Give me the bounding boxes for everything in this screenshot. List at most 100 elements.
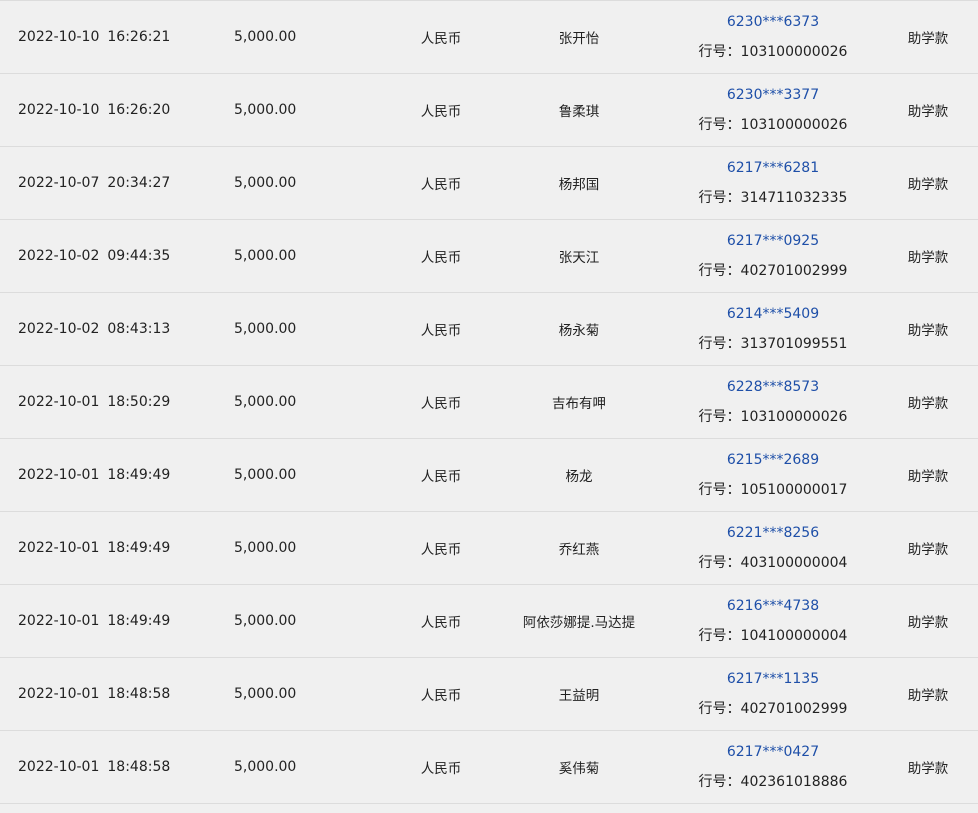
transaction-datetime: 2022-10-01 18:50:29 bbox=[18, 366, 208, 438]
account-number-link[interactable]: 6216***4738 bbox=[727, 597, 819, 615]
transaction-time: 18:48:58 bbox=[107, 759, 171, 775]
bank-number: 行号：402701002999 bbox=[699, 262, 848, 280]
transaction-currency: 人民币 bbox=[420, 323, 462, 339]
recipient-account-cell: 6230***6373 行号：103100000026 bbox=[690, 1, 856, 73]
table-row: 2022-10-02 08:43:13 5,000.00 人民币 杨永菊 621… bbox=[0, 293, 978, 366]
bank-number-value: 103100000026 bbox=[740, 117, 848, 133]
transaction-currency: 人民币 bbox=[420, 469, 462, 485]
recipient-name: 杨龙 bbox=[565, 469, 593, 485]
table-row: 2022-10-01 18:49:49 5,000.00 人民币 阿依莎娜提.马… bbox=[0, 585, 978, 658]
transaction-datetime: 2022-10-01 18:48:58 bbox=[18, 658, 208, 730]
table-row: 2022-10-01 18:48:58 5,000.00 人民币 奚伟菊 621… bbox=[0, 731, 978, 804]
recipient-name: 吉布有呷 bbox=[552, 396, 606, 412]
transaction-amount: 5,000.00 bbox=[234, 540, 297, 556]
transaction-date: 2022-10-01 bbox=[18, 394, 100, 410]
transaction-amount: 5,000.00 bbox=[234, 759, 297, 775]
account-number-link[interactable]: 6217***1135 bbox=[727, 670, 819, 688]
transaction-purpose: 助学款 bbox=[907, 250, 949, 266]
transaction-purpose: 助学款 bbox=[907, 469, 949, 485]
transaction-amount: 5,000.00 bbox=[234, 467, 297, 483]
bank-number-label: 行号： bbox=[698, 190, 741, 206]
bank-number: 行号：402361018886 bbox=[699, 773, 848, 791]
bank-number-label: 行号： bbox=[698, 263, 741, 279]
transaction-datetime: 2022-10-02 08:43:13 bbox=[18, 293, 208, 365]
transaction-table: 2022-10-10 16:26:21 5,000.00 人民币 张开怡 623… bbox=[0, 0, 978, 804]
transaction-currency: 人民币 bbox=[420, 615, 462, 631]
account-number-link[interactable]: 6215***2689 bbox=[727, 451, 819, 469]
bank-number: 行号：403100000004 bbox=[699, 554, 848, 572]
transaction-time: 18:50:29 bbox=[107, 394, 171, 410]
table-row: 2022-10-02 09:44:35 5,000.00 人民币 张天江 621… bbox=[0, 220, 978, 293]
recipient-account-cell: 6228***8573 行号：103100000026 bbox=[690, 366, 856, 438]
transaction-date: 2022-10-02 bbox=[18, 321, 100, 337]
transaction-date: 2022-10-10 bbox=[18, 29, 100, 45]
transaction-date: 2022-10-07 bbox=[18, 175, 100, 191]
recipient-account-cell: 6216***4738 行号：104100000004 bbox=[690, 585, 856, 657]
bank-number-value: 314711032335 bbox=[740, 190, 848, 206]
transaction-currency: 人民币 bbox=[420, 250, 462, 266]
table-row: 2022-10-01 18:50:29 5,000.00 人民币 吉布有呷 62… bbox=[0, 366, 978, 439]
transaction-currency: 人民币 bbox=[420, 31, 462, 47]
transaction-currency: 人民币 bbox=[420, 177, 462, 193]
transaction-datetime: 2022-10-01 18:49:49 bbox=[18, 439, 208, 511]
table-row: 2022-10-07 20:34:27 5,000.00 人民币 杨邦国 621… bbox=[0, 147, 978, 220]
transaction-purpose: 助学款 bbox=[907, 761, 949, 777]
bank-number: 行号：103100000026 bbox=[699, 116, 848, 134]
transaction-datetime: 2022-10-10 16:26:20 bbox=[18, 74, 208, 146]
bank-number: 行号：313701099551 bbox=[699, 335, 848, 353]
recipient-name: 张天江 bbox=[558, 250, 600, 266]
bank-number: 行号：314711032335 bbox=[699, 189, 848, 207]
bank-number-label: 行号： bbox=[698, 482, 741, 498]
account-number-link[interactable]: 6221***8256 bbox=[727, 524, 819, 542]
bank-number-value: 103100000026 bbox=[740, 44, 848, 60]
transaction-purpose: 助学款 bbox=[907, 396, 949, 412]
transaction-date: 2022-10-01 bbox=[18, 613, 100, 629]
recipient-name: 杨永菊 bbox=[558, 323, 600, 339]
account-number-link[interactable]: 6230***6373 bbox=[727, 13, 819, 31]
transaction-amount: 5,000.00 bbox=[234, 29, 297, 45]
account-number-link[interactable]: 6228***8573 bbox=[727, 378, 819, 396]
bank-number: 行号：104100000004 bbox=[699, 627, 848, 645]
account-number-link[interactable]: 6214***5409 bbox=[727, 305, 819, 323]
transaction-time: 09:44:35 bbox=[107, 248, 171, 264]
transaction-amount: 5,000.00 bbox=[234, 613, 297, 629]
recipient-account-cell: 6230***3377 行号：103100000026 bbox=[690, 74, 856, 146]
account-number-link[interactable]: 6230***3377 bbox=[727, 86, 819, 104]
transaction-time: 18:48:58 bbox=[107, 686, 171, 702]
account-number-link[interactable]: 6217***0427 bbox=[727, 743, 819, 761]
transaction-time: 18:49:49 bbox=[107, 467, 171, 483]
transaction-date: 2022-10-01 bbox=[18, 540, 100, 556]
recipient-account-cell: 6221***8256 行号：403100000004 bbox=[690, 512, 856, 584]
recipient-name: 鲁柔琪 bbox=[558, 104, 600, 120]
bank-number: 行号：103100000026 bbox=[699, 408, 848, 426]
table-row: 2022-10-01 18:48:58 5,000.00 人民币 王益明 621… bbox=[0, 658, 978, 731]
transaction-datetime: 2022-10-10 16:26:21 bbox=[18, 1, 208, 73]
transaction-amount: 5,000.00 bbox=[234, 175, 297, 191]
recipient-account-cell: 6217***0427 行号：402361018886 bbox=[690, 731, 856, 803]
transaction-amount: 5,000.00 bbox=[234, 321, 297, 337]
account-number-link[interactable]: 6217***6281 bbox=[727, 159, 819, 177]
transaction-time: 18:49:49 bbox=[107, 613, 171, 629]
account-number-link[interactable]: 6217***0925 bbox=[727, 232, 819, 250]
bank-number-value: 402701002999 bbox=[740, 701, 848, 717]
bank-number-label: 行号： bbox=[698, 44, 741, 60]
bank-number-label: 行号： bbox=[698, 409, 741, 425]
transaction-datetime: 2022-10-07 20:34:27 bbox=[18, 147, 208, 219]
transaction-time: 20:34:27 bbox=[107, 175, 171, 191]
transaction-purpose: 助学款 bbox=[907, 177, 949, 193]
transaction-purpose: 助学款 bbox=[907, 615, 949, 631]
bank-number: 行号：402701002999 bbox=[699, 700, 848, 718]
transaction-datetime: 2022-10-01 18:49:49 bbox=[18, 512, 208, 584]
bank-number-value: 103100000026 bbox=[740, 409, 848, 425]
transaction-purpose: 助学款 bbox=[907, 31, 949, 47]
transaction-currency: 人民币 bbox=[420, 396, 462, 412]
recipient-account-cell: 6217***0925 行号：402701002999 bbox=[690, 220, 856, 292]
bank-number-value: 402701002999 bbox=[740, 263, 848, 279]
transaction-datetime: 2022-10-02 09:44:35 bbox=[18, 220, 208, 292]
transaction-purpose: 助学款 bbox=[907, 104, 949, 120]
transaction-time: 16:26:20 bbox=[107, 102, 171, 118]
table-row: 2022-10-01 18:49:49 5,000.00 人民币 杨龙 6215… bbox=[0, 439, 978, 512]
recipient-account-cell: 6217***1135 行号：402701002999 bbox=[690, 658, 856, 730]
recipient-name: 王益明 bbox=[558, 688, 600, 704]
recipient-name: 乔红燕 bbox=[558, 542, 600, 558]
